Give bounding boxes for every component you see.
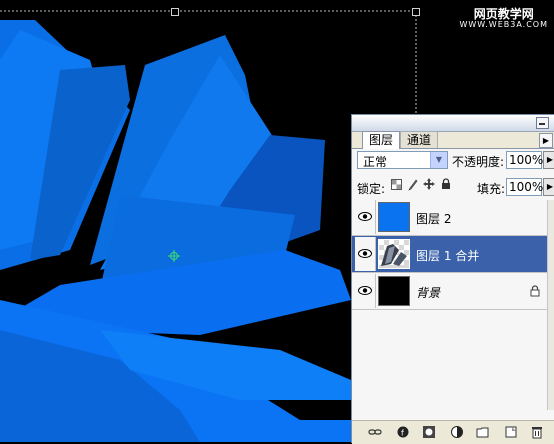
lock-icon [530, 285, 540, 297]
layer-thumbnail [378, 239, 410, 269]
fill-value: 100% [509, 180, 544, 194]
visibility-toggle[interactable] [355, 274, 376, 308]
chevron-down-icon: ▼ [430, 152, 447, 168]
link-icon[interactable] [368, 425, 382, 439]
layer-name: 背景 [416, 286, 441, 300]
transform-handle[interactable] [171, 8, 179, 16]
layer-mask-icon[interactable] [422, 425, 436, 439]
visibility-toggle[interactable] [355, 237, 376, 271]
fill-field[interactable]: 100% [506, 178, 544, 196]
blend-mode-value: 正常 [363, 155, 388, 169]
layer-list: 图层 2 图层 1 合并 背景 [352, 199, 548, 409]
layer-name: 图层 2 [416, 212, 452, 226]
new-layer-icon[interactable] [504, 425, 518, 439]
fill-slider-button[interactable]: ▶ [543, 178, 554, 196]
opacity-field[interactable]: 100% [506, 151, 544, 169]
layers-panel: 图层 通道 ▶ 正常 ▼ 不透明度: 100% ▶ 锁定: 填充: 100% ▶… [351, 114, 554, 444]
new-group-icon[interactable] [476, 425, 490, 439]
svg-text:f: f [401, 429, 404, 438]
layer-thumbnail [378, 276, 410, 306]
visibility-toggle[interactable] [355, 200, 376, 234]
panel-bottom-bar: f [352, 420, 554, 444]
opacity-value: 100% [509, 153, 544, 167]
fill-label: 填充: [477, 182, 506, 196]
adjustment-layer-icon[interactable] [450, 425, 464, 439]
lock-move-icon[interactable] [423, 178, 435, 190]
eye-icon [358, 212, 372, 221]
transform-handle[interactable] [412, 8, 420, 16]
watermark: 网页教学网 WWW.WEB3A.COM [459, 7, 548, 30]
layer-name: 图层 1 合并 [416, 249, 480, 263]
layer-thumbnail [378, 202, 410, 232]
panel-titlebar[interactable] [352, 115, 554, 132]
opacity-slider-button[interactable]: ▶ [543, 151, 554, 169]
layer-row-selected[interactable]: 图层 1 合并 [352, 236, 548, 273]
layer-style-icon[interactable]: f [396, 425, 410, 439]
minimize-icon[interactable] [536, 117, 549, 129]
blend-mode-select[interactable]: 正常 ▼ [357, 151, 448, 169]
lock-transparent-icon[interactable] [391, 179, 402, 190]
watermark-url: WWW.WEB3A.COM [459, 20, 548, 30]
layer-row[interactable]: 背景 [352, 273, 548, 310]
tab-layers[interactable]: 图层 [362, 131, 401, 149]
lock-all-icon[interactable] [441, 178, 451, 190]
layer-row[interactable]: 图层 2 [352, 199, 548, 236]
panel-menu-icon[interactable]: ▶ [539, 133, 553, 148]
tab-channels[interactable]: 通道 [400, 131, 439, 149]
delete-layer-icon[interactable] [530, 425, 544, 439]
opacity-label: 不透明度: [452, 155, 505, 169]
lock-paint-icon[interactable] [407, 179, 418, 191]
layer-list-scrollbar[interactable] [547, 200, 554, 410]
lock-label: 锁定: [357, 182, 386, 196]
eye-icon [358, 286, 372, 295]
eye-icon [358, 249, 372, 258]
